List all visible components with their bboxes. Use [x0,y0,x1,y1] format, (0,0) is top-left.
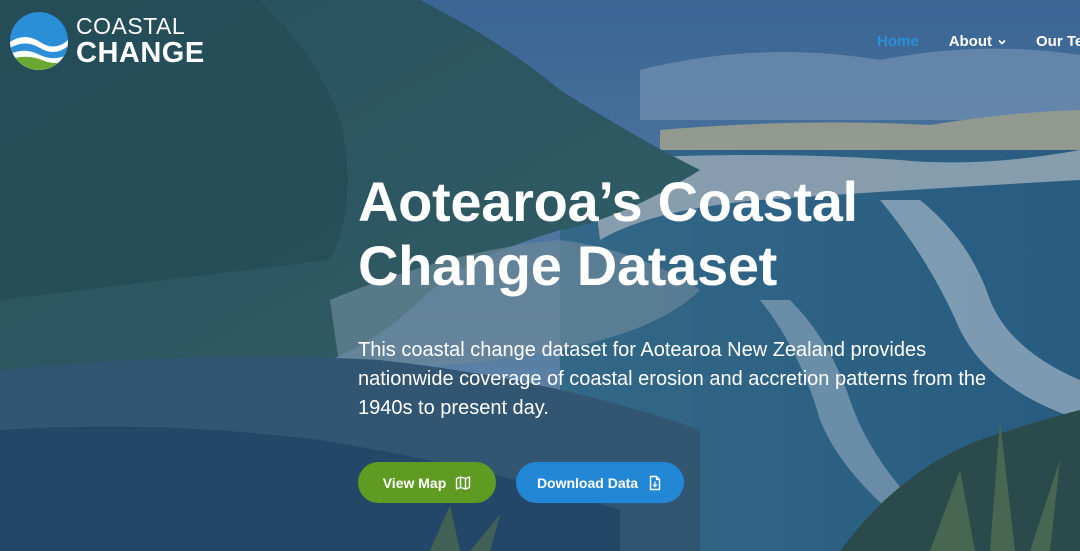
view-map-button[interactable]: View Map [358,462,496,503]
coastal-change-logo-icon [10,12,68,70]
nav-item-label: Our Tea [1036,33,1080,50]
view-map-label: View Map [382,474,447,491]
site-logo[interactable]: COASTAL CHANGE [10,12,205,70]
nav-item-about[interactable]: About [949,33,1006,50]
map-icon [456,475,471,490]
download-data-label: Download Data [536,474,639,491]
nav-item-home[interactable]: Home [877,33,919,50]
nav-item-label: Home [877,33,919,50]
hero-title: Aotearoa’s Coastal Change Dataset [358,170,998,298]
nav-item-our-team[interactable]: Our Tea [1036,33,1080,50]
hero-title-line-1: Aotearoa’s Coastal [358,170,858,233]
chevron-down-icon [998,39,1006,45]
logo-line-2: CHANGE [76,36,205,69]
logo-line-1: COASTAL [76,12,186,39]
logo-wordmark: COASTAL CHANGE [76,12,205,69]
download-data-button[interactable]: Download Data [516,462,684,503]
document-icon [649,475,661,490]
hero-description: This coastal change dataset for Aotearoa… [358,339,987,419]
hero-title-line-2: Change Dataset [358,234,778,297]
nav-item-label: About [948,33,993,50]
main-navigation: Home About Our Tea [877,33,1080,50]
